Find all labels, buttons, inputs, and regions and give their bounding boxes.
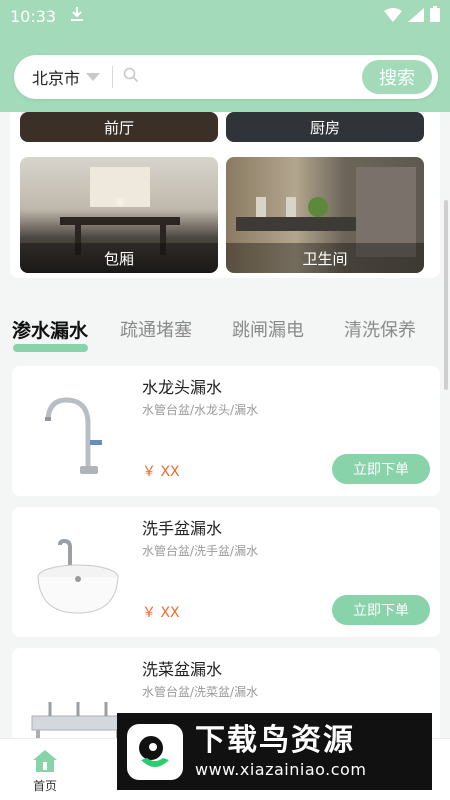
city-selector[interactable]: 北京市 [32,65,80,89]
product-subtitle: 水管台盆/洗手盆/漏水 [142,544,259,558]
bird-logo-icon [127,723,183,780]
room-label: 厨房 [226,112,424,142]
tab-cleaning[interactable]: 清洗保养 [344,316,416,342]
product-title: 洗手盆漏水 [142,519,223,538]
watermark-url: www.xiazainiao.com [195,760,367,779]
search-bar: 北京市 搜索 [14,55,438,99]
room-item-toilet[interactable]: 卫生间 [226,157,424,273]
home-icon [33,750,57,772]
faucet-image [45,397,102,474]
chevron-down-icon[interactable] [86,73,101,81]
product-subtitle: 水管台盆/洗菜盆/漏水 [142,685,259,699]
watermark-title: 下载鸟资源 [195,723,355,758]
product-price: ￥ XX [142,464,180,480]
room-label: 卫生间 [226,243,424,273]
washbasin-image [37,538,119,614]
download-icon [70,6,84,26]
room-label: 前厅 [20,112,218,142]
watermark-banner: 下载鸟资源 www.xiazainiao.com [117,713,432,790]
product-card[interactable]: 水龙头漏水 水管台盆/水龙头/漏水 ￥ XX 立即下单 [12,366,440,496]
product-title: 洗菜盆漏水 [142,660,223,679]
tab-indicator [13,344,88,352]
room-grid: 前厅 厨房 包厢 卫生间 [10,112,440,278]
order-button[interactable]: 立即下单 [332,454,430,484]
status-bar: 10:33 [0,0,450,32]
nav-item-home[interactable]: 首页 [10,749,80,794]
signal-icon [408,7,424,26]
room-item-private[interactable]: 包厢 [20,157,218,273]
search-icon[interactable] [123,67,139,87]
battery-icon [430,6,440,26]
scrollbar[interactable] [444,200,448,390]
watermark-text: 下载鸟资源 www.xiazainiao.com [195,723,367,780]
status-time: 10:33 [10,6,57,26]
divider [112,66,114,88]
tab-electric[interactable]: 跳闸漏电 [232,316,304,342]
room-item-hall[interactable]: 前厅 [20,112,218,142]
product-subtitle: 水管台盆/水龙头/漏水 [142,403,259,417]
tab-leakage[interactable]: 渗水漏水 [12,316,88,343]
wifi-icon [384,7,402,26]
product-title: 水龙头漏水 [142,378,223,397]
product-price: ￥ XX [142,605,180,621]
search-button[interactable]: 搜索 [362,60,432,94]
tab-unclog[interactable]: 疏通堵塞 [120,316,192,342]
product-card[interactable]: 洗手盆漏水 水管台盆/洗手盆/漏水 ￥ XX 立即下单 [12,507,440,637]
room-item-kitchen[interactable]: 厨房 [226,112,424,142]
nav-label: 首页 [32,779,57,793]
room-label: 包厢 [20,243,218,273]
order-button[interactable]: 立即下单 [332,595,430,625]
